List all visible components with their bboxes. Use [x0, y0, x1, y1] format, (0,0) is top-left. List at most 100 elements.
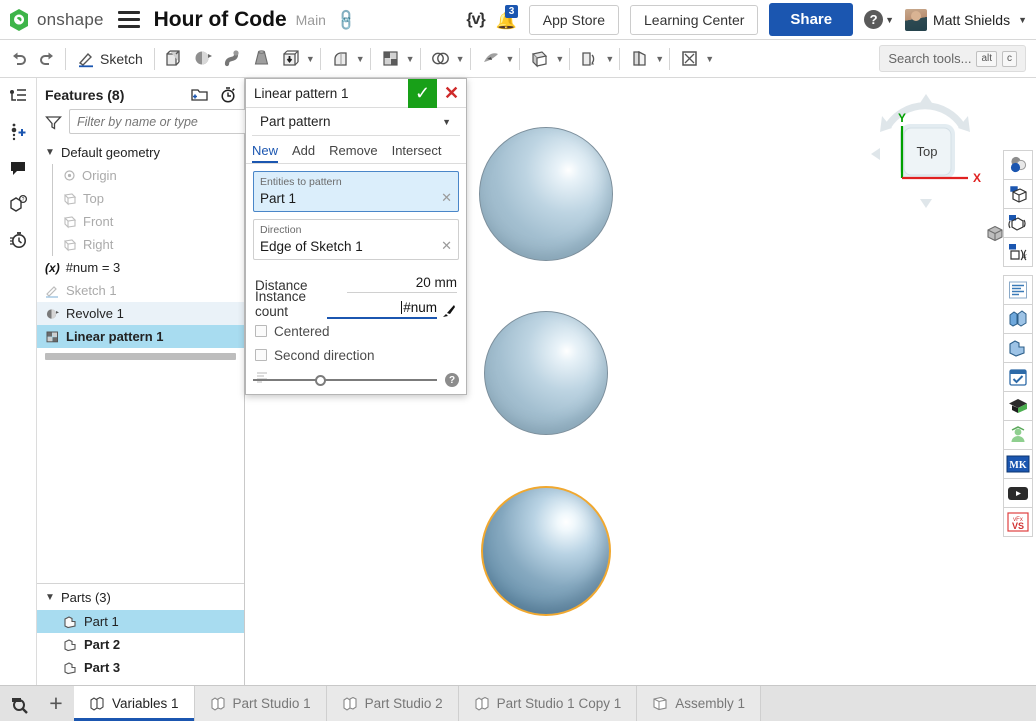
share-button[interactable]: Share — [769, 3, 853, 36]
filter-icon[interactable] — [45, 114, 62, 130]
add-folder-icon[interactable] — [191, 86, 208, 103]
instance-count-input[interactable]: #num — [327, 300, 437, 319]
vs-app-icon[interactable]: vFxVS — [1003, 507, 1033, 537]
sphere-part-1[interactable] — [481, 486, 611, 616]
tree-item-sketch-1[interactable]: Sketch 1 — [37, 279, 244, 302]
boolean-icon[interactable] — [426, 44, 455, 74]
sheetmetal-icon[interactable] — [625, 44, 654, 74]
question-icon[interactable]: ? — [445, 373, 459, 387]
centered-checkbox-row[interactable]: Centered — [253, 319, 459, 343]
close-small-icon[interactable]: ✕ — [441, 238, 452, 254]
chevron-down-icon[interactable]: ▼ — [705, 54, 714, 64]
tab-part-studio-1-copy-1[interactable]: Part Studio 1 Copy 1 — [459, 686, 638, 721]
pattern-type-select[interactable]: Part pattern ▼ — [252, 108, 460, 136]
tab-add[interactable]: Add — [292, 143, 315, 163]
opacity-slider[interactable] — [253, 373, 437, 387]
plane-icon[interactable] — [525, 44, 554, 74]
appearance-icon[interactable] — [1003, 150, 1033, 180]
close-small-icon[interactable]: ✕ — [441, 190, 452, 206]
dialog-cancel-button[interactable]: ✕ — [437, 79, 466, 108]
centered-checkbox[interactable] — [255, 325, 267, 337]
chevron-down-icon[interactable]: ▼ — [456, 54, 465, 64]
tab-assembly-1[interactable]: Assembly 1 — [637, 686, 761, 721]
variable-icon[interactable] — [675, 44, 704, 74]
feature-tree-scrollbar[interactable] — [45, 353, 236, 360]
graduation-icon[interactable] — [1003, 391, 1033, 421]
sweep-icon[interactable] — [218, 44, 247, 74]
notifications-bell[interactable]: 🔔 3 — [496, 9, 518, 31]
history-icon[interactable] — [5, 227, 31, 253]
tab-variables-1[interactable]: Variables 1 — [74, 686, 195, 721]
link-icon[interactable]: 🔗 — [333, 7, 359, 33]
sphere-part-3[interactable] — [484, 311, 608, 435]
second-direction-checkbox[interactable] — [255, 349, 267, 361]
draft-icon[interactable] — [476, 44, 505, 74]
redo-icon[interactable] — [33, 44, 60, 74]
tree-item-origin[interactable]: Origin — [37, 164, 244, 187]
pattern-icon[interactable] — [376, 44, 405, 74]
chevron-down-icon[interactable]: ▼ — [45, 147, 55, 158]
add-point-icon[interactable] — [5, 119, 31, 145]
chevron-down-icon[interactable]: ▼ — [306, 54, 315, 64]
comment-icon[interactable] — [5, 155, 31, 181]
parts-item-part-2[interactable]: Part 2 — [37, 633, 244, 656]
tree-item-revolve-1[interactable]: Revolve 1 — [37, 302, 244, 325]
feature-list-icon[interactable] — [5, 83, 31, 109]
tab-remove[interactable]: Remove — [329, 143, 377, 163]
parts-item-part-1[interactable]: Part 1 — [37, 610, 244, 633]
thicken-icon[interactable] — [276, 44, 305, 74]
mesh-transform-icon[interactable] — [1003, 208, 1033, 238]
chevron-down-icon[interactable]: ▼ — [655, 54, 664, 64]
sketch-button[interactable]: Sketch — [71, 50, 149, 68]
chevron-down-icon[interactable]: ▼ — [406, 54, 415, 64]
direction-field[interactable]: Direction Edge of Sketch 1 ✕ — [253, 219, 459, 260]
stopwatch-icon[interactable] — [220, 86, 236, 103]
parts-item-part-3[interactable]: Part 3 — [37, 656, 244, 679]
chevron-down-icon[interactable]: ▼ — [555, 54, 564, 64]
search-tabs-icon[interactable] — [0, 686, 38, 721]
flip-direction-icon[interactable] — [441, 303, 457, 319]
tree-item-top-plane[interactable]: Top — [37, 187, 244, 210]
checklist-icon[interactable] — [1003, 362, 1033, 392]
branch-label[interactable]: Main — [296, 12, 326, 28]
tab-new[interactable]: New — [252, 143, 278, 163]
part-single-icon[interactable] — [1003, 333, 1033, 363]
entities-to-pattern-field[interactable]: Entities to pattern Part 1 ✕ — [253, 171, 459, 212]
chevron-down-icon[interactable]: ▼ — [605, 54, 614, 64]
tab-part-studio-2[interactable]: Part Studio 2 — [327, 686, 459, 721]
loft-icon[interactable] — [247, 44, 276, 74]
part-info-icon[interactable]: ? — [5, 191, 31, 217]
parts-header[interactable]: ▼ Parts (3) — [37, 584, 244, 610]
view-cube[interactable]: Top Y X — [860, 86, 990, 216]
menu-icon[interactable] — [118, 11, 140, 28]
video-play-icon[interactable] — [1003, 478, 1033, 508]
learning-center-button[interactable]: Learning Center — [630, 5, 758, 35]
bom-list-icon[interactable] — [1003, 275, 1033, 305]
search-tools-input[interactable]: Search tools... alt c — [879, 45, 1026, 72]
parts-blue-icon[interactable] — [1003, 304, 1033, 334]
tree-item-front-plane[interactable]: Front — [37, 210, 244, 233]
add-tab-icon[interactable]: + — [38, 686, 74, 721]
filter-input[interactable] — [69, 109, 248, 134]
tab-part-studio-1[interactable]: Part Studio 1 — [195, 686, 327, 721]
app-store-button[interactable]: App Store — [529, 5, 619, 35]
tree-item-right-plane[interactable]: Right — [37, 233, 244, 256]
extrude-icon[interactable] — [160, 44, 189, 74]
mk-app-icon[interactable]: MK — [1003, 449, 1033, 479]
tab-intersect[interactable]: Intersect — [392, 143, 442, 163]
chevron-down-icon[interactable]: ▼ — [506, 54, 515, 64]
tree-item-linear-pattern-1[interactable]: Linear pattern 1 — [37, 325, 244, 348]
second-direction-checkbox-row[interactable]: Second direction — [253, 343, 459, 367]
tree-item-default-geometry[interactable]: ▼ Default geometry — [37, 141, 244, 164]
help-menu[interactable]: ? ▼ — [864, 10, 894, 29]
mesh-variable-icon[interactable]: x — [1003, 237, 1033, 267]
user-green-icon[interactable] — [1003, 420, 1033, 450]
undo-icon[interactable] — [6, 44, 33, 74]
fillet-icon[interactable] — [326, 44, 355, 74]
tree-item-variable-num[interactable]: (x) #num = 3 — [37, 256, 244, 279]
brand-logo-group[interactable]: onshape — [0, 8, 104, 32]
chevron-down-icon[interactable]: ▼ — [45, 592, 55, 603]
mesh-box-icon[interactable] — [1003, 179, 1033, 209]
slider-knob[interactable] — [315, 375, 326, 386]
distance-input[interactable]: 20 mm — [347, 275, 457, 293]
